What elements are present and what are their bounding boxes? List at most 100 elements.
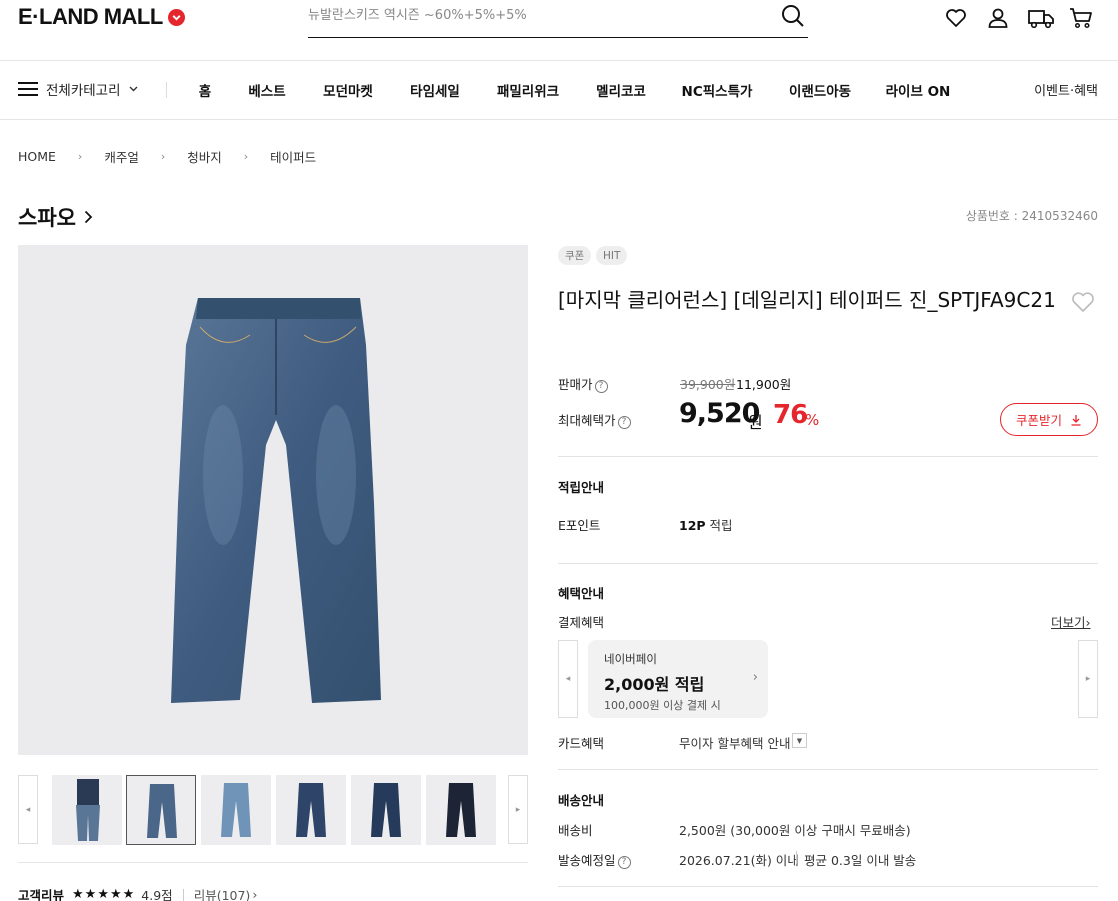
breadcrumb-tapered[interactable]: 테이퍼드 xyxy=(270,147,316,166)
nav-item-family-week[interactable]: 패밀리위크 xyxy=(497,80,559,100)
thumbnail-3[interactable] xyxy=(201,775,271,845)
thumbnail-5[interactable] xyxy=(351,775,421,845)
chevron-right-icon: › xyxy=(160,150,166,163)
more-link[interactable]: 더보기› xyxy=(1051,612,1091,631)
logo[interactable]: E·LAND MALL xyxy=(18,4,185,30)
max-benefit-label: 최대혜택가 xyxy=(558,413,616,428)
coupon-button-label: 쿠폰받기 xyxy=(1015,413,1062,428)
nav-divider xyxy=(166,82,167,98)
divider xyxy=(558,886,1098,887)
nav-item-modern-market[interactable]: 모던마켓 xyxy=(323,80,373,100)
nav-item-time-sale[interactable]: 타임세일 xyxy=(410,80,460,100)
all-categories-menu[interactable]: 전체카테고리 xyxy=(18,79,138,99)
breadcrumb: HOME › 캐주얼 › 청바지 › 테이퍼드 xyxy=(18,147,316,166)
nav-item-nc-picks[interactable]: NC픽스특가 xyxy=(682,80,753,100)
product-title: [마지막 클리어런스] [데일리지] 테이퍼드 진_SPTJFA9C21 xyxy=(558,288,1056,312)
sale-price: 11,900원 xyxy=(736,377,792,392)
benefits-section-title: 혜택안내 xyxy=(558,586,605,601)
shipping-fee-label: 배송비 xyxy=(558,823,593,838)
search-input[interactable] xyxy=(308,0,768,30)
nav-item-best[interactable]: 베스트 xyxy=(248,80,285,100)
logo-heart-icon xyxy=(167,8,185,26)
card-benefit-value[interactable]: 무이자 할부혜택 안내 xyxy=(679,733,790,752)
rating-stars-icon: ★★★★★ xyxy=(72,887,136,901)
help-icon[interactable]: ? xyxy=(617,416,631,429)
more-label: 더보기 xyxy=(1051,615,1086,630)
breadcrumb-home[interactable]: HOME xyxy=(18,149,56,164)
product-wishlist-icon[interactable] xyxy=(1070,290,1096,314)
logo-text: E·LAND MALL xyxy=(18,4,163,29)
ship-date-label-row: 발송예정일? xyxy=(558,850,631,869)
payment-next-button[interactable]: ▸ xyxy=(1078,640,1098,718)
ship-date-value: 2026.07.21(화) 이내 xyxy=(679,853,799,868)
breadcrumb-jeans[interactable]: 청바지 xyxy=(187,147,222,166)
download-icon xyxy=(1071,414,1081,426)
search-bar xyxy=(308,0,808,38)
brand-name: 스파오 xyxy=(18,206,76,230)
thumbnail-4[interactable] xyxy=(276,775,346,845)
discount-rate: 76 xyxy=(773,400,808,430)
main-navigation: 전체카테고리 홈 베스트 모던마켓 타임세일 패밀리위크 멜리코코 NC픽스특가… xyxy=(0,60,1118,120)
brand-link[interactable]: 스파오 xyxy=(18,202,93,232)
nav-item-live-on[interactable]: 라이브 ON xyxy=(886,80,951,100)
pay-benefit-condition: 100,000원 이상 결제 시 xyxy=(604,699,721,712)
delivery-truck-icon[interactable] xyxy=(1027,6,1054,32)
chevron-right-icon: › xyxy=(252,887,258,901)
thumbnail-6[interactable] xyxy=(426,775,496,845)
breadcrumb-casual[interactable]: 캐주얼 xyxy=(104,147,139,166)
thumbnail-prev-button[interactable]: ◂ xyxy=(18,775,38,844)
nav-item-events-benefits[interactable]: 이벤트·혜택 xyxy=(1034,80,1098,99)
payment-benefit-label: 결제혜택 xyxy=(558,615,605,630)
chevron-down-icon xyxy=(129,86,138,92)
shipping-section-title: 배송안내 xyxy=(558,793,605,808)
nav-item-eland-kids[interactable]: 이랜드아동 xyxy=(789,80,851,100)
divider xyxy=(796,851,797,864)
dropdown-arrow-icon[interactable]: ▼ xyxy=(792,733,807,748)
thumbnail-next-button[interactable]: ▸ xyxy=(508,775,528,844)
points-label: E포인트 xyxy=(558,518,601,533)
points-amount: 12P xyxy=(679,518,706,533)
chevron-right-icon: › xyxy=(752,670,758,685)
ship-date-label: 발송예정일 xyxy=(558,853,616,868)
payment-benefit-card[interactable]: 네이버페이 2,000원 적립 100,000원 이상 결제 시 › xyxy=(588,640,768,718)
card-benefit-label: 카드혜택 xyxy=(558,736,605,751)
max-benefit-label-row: 최대혜택가? xyxy=(558,410,631,429)
points-section-title: 적립안내 xyxy=(558,480,605,495)
nav-item-home[interactable]: 홈 xyxy=(199,80,211,100)
original-price: 39,900원 xyxy=(680,377,736,392)
chevron-right-icon: › xyxy=(77,150,83,163)
user-icon[interactable] xyxy=(986,6,1012,32)
review-summary: 고객리뷰 ★★★★★ 4.9점 리뷰(107) › xyxy=(18,885,257,901)
hit-badge: HIT xyxy=(596,246,628,265)
max-benefit-unit: 원 xyxy=(748,413,763,432)
chevron-right-icon: › xyxy=(243,150,249,163)
thumbnail-1[interactable] xyxy=(52,775,122,845)
product-main-image[interactable] xyxy=(18,245,528,755)
thumbnail-2-selected[interactable] xyxy=(126,775,196,845)
chevron-right-icon: › xyxy=(1085,615,1091,630)
coupon-badge: 쿠폰 xyxy=(558,246,592,265)
cart-icon[interactable] xyxy=(1068,6,1094,32)
help-icon[interactable]: ? xyxy=(594,380,608,393)
pay-method-name: 네이버페이 xyxy=(604,652,657,666)
all-categories-label: 전체카테고리 xyxy=(46,83,121,99)
divider xyxy=(558,563,1098,564)
shipping-fee-value: 2,500원 (30,000원 이상 구매시 무료배송) xyxy=(679,823,911,838)
payment-prev-button[interactable]: ◂ xyxy=(558,640,578,718)
review-count-link[interactable]: 리뷰(107) xyxy=(194,885,251,901)
search-icon[interactable] xyxy=(780,3,806,29)
divider xyxy=(558,456,1098,457)
help-icon[interactable]: ? xyxy=(617,856,631,869)
nav-item-mellicoco[interactable]: 멜리코코 xyxy=(596,80,646,100)
coupon-download-button[interactable]: 쿠폰받기 xyxy=(1000,403,1098,436)
points-value: 12P 적립 xyxy=(679,515,733,534)
price-label-row: 판매가? xyxy=(558,374,608,393)
pay-benefit-amount: 2,000원 적립 xyxy=(604,675,705,694)
hamburger-icon xyxy=(18,82,38,96)
rating-value: 4.9점 xyxy=(141,888,173,901)
product-number: 상품번호 : 2410532460 xyxy=(965,209,1098,223)
price-label: 판매가 xyxy=(558,377,593,392)
wishlist-icon[interactable] xyxy=(944,6,970,32)
chevron-right-icon xyxy=(84,210,93,224)
ship-avg-value: 평균 0.3일 이내 발송 xyxy=(804,853,917,868)
